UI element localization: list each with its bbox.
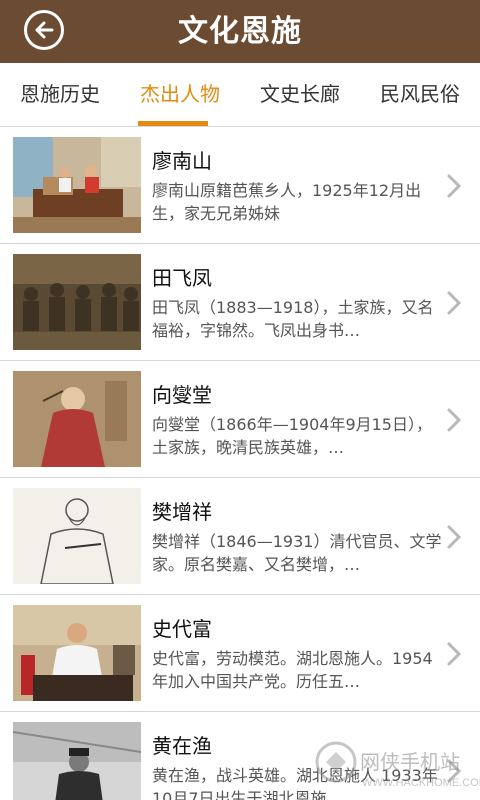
list-item[interactable]: 廖南山 廖南山原籍芭蕉乡人，1925年12月出生，家无兄弟姊妹 xyxy=(0,127,480,244)
tab-folk-customs[interactable]: 民风民俗 xyxy=(360,63,480,126)
person-name: 黄在渔 xyxy=(152,734,212,758)
watermark-text: 网侠手机站 xyxy=(360,750,460,774)
person-name: 向燮堂 xyxy=(152,383,212,407)
watermark-url: WWW.HACKHOME.COM xyxy=(362,777,480,789)
list-item[interactable]: 田飞凤 田飞凤（1883—1918），土家族，又名福裕，字锦然。飞凤出身书… xyxy=(0,244,480,361)
person-summary: 廖南山原籍芭蕉乡人，1925年12月出生，家无兄弟姊妹 xyxy=(152,181,422,223)
list-item[interactable]: 史代富 史代富，劳动模范。湖北恩施人。1954年加入中国共产党。历任五… xyxy=(0,595,480,712)
person-summary: 向燮堂（1866年—1904年9月15日），土家族，晚清民族英雄，… xyxy=(152,415,432,457)
person-photo xyxy=(13,371,141,467)
chevron-right-icon xyxy=(447,174,462,198)
page-title: 文化恩施 xyxy=(178,14,302,49)
tab-history[interactable]: 恩施历史 xyxy=(0,63,120,126)
category-tabs: 恩施历史 杰出人物 文史长廊 民风民俗 xyxy=(0,63,480,127)
list-item[interactable]: 樊增祥 樊增祥（1846—1931）清代官员、文学家。原名樊嘉、又名樊增，… xyxy=(0,478,480,595)
person-name: 廖南山 xyxy=(152,149,212,173)
people-list: 廖南山 廖南山原籍芭蕉乡人，1925年12月出生，家无兄弟姊妹 田飞凤 田飞凤（… xyxy=(0,127,480,800)
person-summary: 田飞凤（1883—1918），土家族，又名福裕，字锦然。飞凤出身书… xyxy=(152,298,434,340)
watermark-logo-icon xyxy=(315,741,357,783)
person-photo xyxy=(13,488,141,584)
list-item[interactable]: 向燮堂 向燮堂（1866年—1904年9月15日），土家族，晚清民族英雄，… xyxy=(0,361,480,478)
chevron-right-icon xyxy=(447,525,462,549)
person-photo xyxy=(13,254,141,350)
person-name: 田飞凤 xyxy=(152,266,212,290)
person-summary: 樊增祥（1846—1931）清代官员、文学家。原名樊嘉、又名樊增，… xyxy=(152,532,442,574)
person-name: 樊增祥 xyxy=(152,500,212,524)
app-header: 文化恩施 xyxy=(0,0,480,63)
chevron-right-icon xyxy=(447,642,462,666)
active-tab-indicator xyxy=(138,121,208,126)
site-watermark: 网侠手机站 WWW.HACKHOME.COM xyxy=(310,728,480,800)
person-name: 史代富 xyxy=(152,617,212,641)
person-photo xyxy=(13,722,141,800)
chevron-right-icon xyxy=(447,291,462,315)
person-photo xyxy=(13,605,141,701)
tab-culture-gallery[interactable]: 文史长廊 xyxy=(240,63,360,126)
person-photo xyxy=(13,137,141,233)
tab-notable-figures[interactable]: 杰出人物 xyxy=(120,63,240,126)
chevron-right-icon xyxy=(447,408,462,432)
person-summary: 史代富，劳动模范。湖北恩施人。1954年加入中国共产党。历任五… xyxy=(152,649,433,691)
